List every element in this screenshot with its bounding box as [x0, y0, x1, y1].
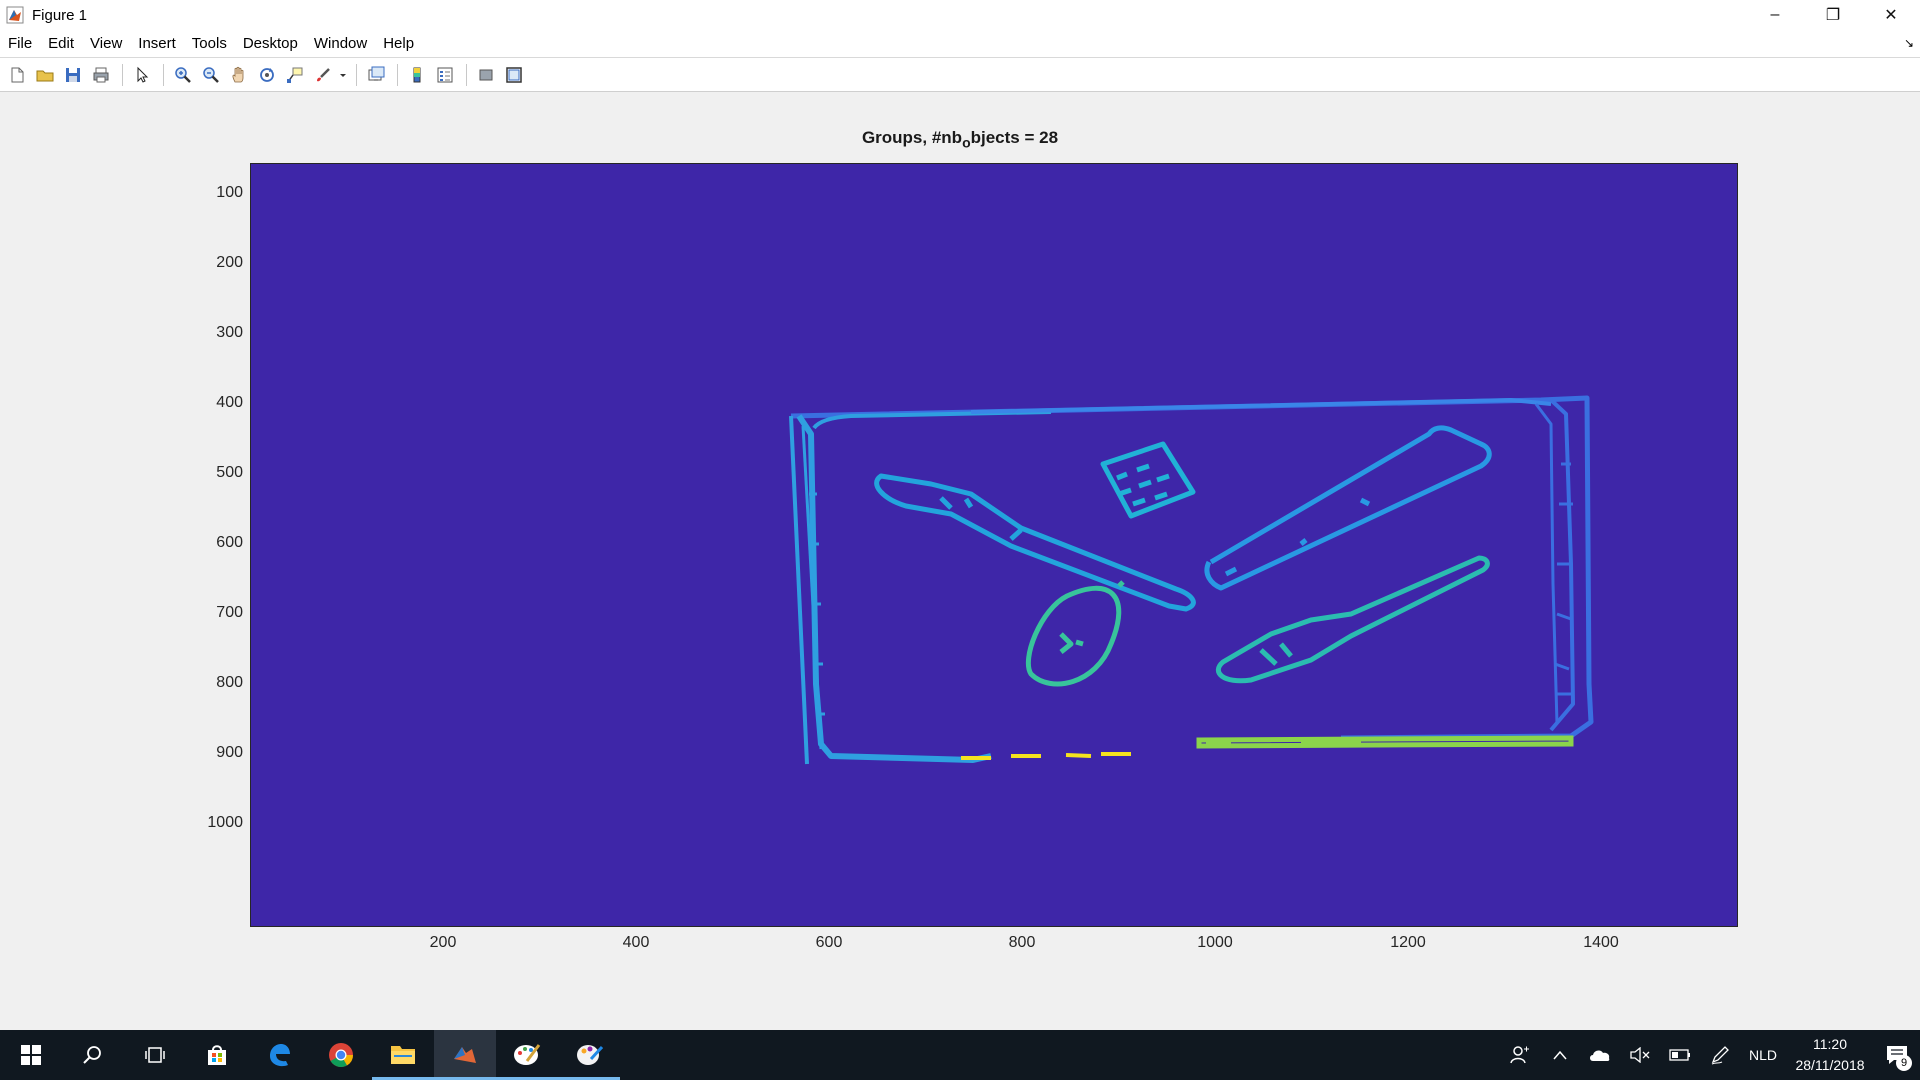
toolbar-separator	[397, 63, 398, 86]
plot-title-rest: bjects = 28	[970, 128, 1059, 147]
x-tick-label: 1400	[1583, 934, 1619, 951]
x-tick-label: 800	[1008, 934, 1036, 951]
brush-icon[interactable]	[310, 62, 336, 88]
figure-canvas: Groups, #nbobjects = 28 100 200 300 400 …	[0, 92, 1920, 1030]
toolbar-separator	[356, 63, 357, 86]
rotate-3d-icon[interactable]	[254, 62, 280, 88]
y-tick-label: 200	[216, 254, 243, 271]
print-icon[interactable]	[88, 62, 114, 88]
y-tick-label: 500	[216, 464, 243, 481]
y-tick-label: 900	[216, 744, 243, 761]
zoom-out-icon[interactable]	[198, 62, 224, 88]
y-tick-label: 1000	[207, 814, 243, 831]
menu-file[interactable]: File	[0, 35, 40, 52]
input-language[interactable]: NLD	[1740, 1030, 1786, 1080]
figure-toolbar	[0, 58, 1920, 92]
insert-colorbar-icon[interactable]	[404, 62, 430, 88]
menu-tools[interactable]: Tools	[184, 35, 235, 52]
store-icon[interactable]	[186, 1030, 248, 1080]
task-view-icon[interactable]	[124, 1030, 186, 1080]
minimize-button[interactable]: –	[1746, 0, 1804, 30]
menu-view[interactable]: View	[82, 35, 130, 52]
edge-icon[interactable]	[248, 1030, 310, 1080]
notification-count-badge: 9	[1896, 1055, 1912, 1071]
chevron-up-icon[interactable]	[1540, 1030, 1580, 1080]
menu-help[interactable]: Help	[375, 35, 422, 52]
menu-insert[interactable]: Insert	[130, 35, 184, 52]
search-icon[interactable]	[62, 1030, 124, 1080]
people-icon[interactable]	[1500, 1030, 1540, 1080]
pen-workspace-icon[interactable]	[1700, 1030, 1740, 1080]
insert-legend-icon[interactable]	[432, 62, 458, 88]
x-tick-label: 200	[429, 934, 457, 951]
y-tick-label: 700	[216, 604, 243, 621]
x-tick-label: 400	[622, 934, 650, 951]
label-image	[251, 164, 1737, 926]
menu-bar: File Edit View Insert Tools Desktop Wind…	[0, 30, 1920, 58]
undock-arrow-icon[interactable]: ↘	[1904, 36, 1914, 50]
zoom-in-icon[interactable]	[170, 62, 196, 88]
open-icon[interactable]	[32, 62, 58, 88]
matlab-icon[interactable]	[434, 1030, 496, 1080]
y-tick-label: 400	[216, 394, 243, 411]
edit-plot-arrow-icon[interactable]	[129, 62, 155, 88]
toolbar-separator	[122, 63, 123, 86]
plot-title: Groups, #nbobjects = 28	[0, 128, 1920, 150]
system-clock[interactable]: 11:20 28/11/2018	[1786, 1034, 1874, 1076]
clock-time: 11:20	[1813, 1036, 1847, 1052]
plot-title-main: Groups, #nb	[861, 128, 963, 147]
paint-3d-icon[interactable]	[558, 1030, 620, 1080]
save-icon[interactable]	[60, 62, 86, 88]
x-tick-label: 600	[815, 934, 843, 951]
y-tick-label: 800	[216, 674, 243, 691]
show-plot-tools-icon[interactable]	[501, 62, 527, 88]
file-explorer-icon[interactable]	[372, 1030, 434, 1080]
y-tick-label: 300	[216, 324, 243, 341]
volume-muted-icon[interactable]	[1620, 1030, 1660, 1080]
data-cursor-icon[interactable]	[282, 62, 308, 88]
chrome-icon[interactable]	[310, 1030, 372, 1080]
toolbar-separator	[466, 63, 467, 86]
window-title: Figure 1	[32, 6, 88, 24]
close-button[interactable]: ✕	[1862, 0, 1920, 30]
matlab-app-icon	[6, 6, 24, 24]
y-tick-label: 100	[216, 184, 243, 201]
menu-desktop[interactable]: Desktop	[235, 35, 306, 52]
paint-icon[interactable]	[496, 1030, 558, 1080]
onedrive-cloud-icon[interactable]	[1580, 1030, 1620, 1080]
plot-title-subscript: o	[962, 134, 971, 151]
x-tick-label: 1200	[1390, 934, 1426, 951]
system-tray: NLD 11:20 28/11/2018 9	[1500, 1030, 1920, 1080]
image-axes[interactable]	[250, 163, 1738, 927]
action-center-icon[interactable]: 9	[1874, 1030, 1920, 1080]
windows-start-icon[interactable]	[0, 1030, 62, 1080]
clock-date: 28/11/2018	[1795, 1057, 1865, 1073]
x-tick-label: 1000	[1197, 934, 1233, 951]
new-figure-icon[interactable]	[4, 62, 30, 88]
window-controls: – ❐ ✕	[1746, 0, 1920, 30]
brush-dropdown-chevron-icon[interactable]	[338, 62, 348, 88]
restore-button[interactable]: ❐	[1804, 0, 1862, 30]
battery-icon[interactable]	[1660, 1030, 1700, 1080]
pan-hand-icon[interactable]	[226, 62, 252, 88]
window-titlebar: Figure 1 – ❐ ✕	[0, 0, 1920, 30]
hide-plot-tools-icon[interactable]	[473, 62, 499, 88]
toolbar-separator	[163, 63, 164, 86]
windows-taskbar: NLD 11:20 28/11/2018 9	[0, 1030, 1920, 1080]
link-plot-icon[interactable]	[363, 62, 389, 88]
menu-edit[interactable]: Edit	[40, 35, 82, 52]
y-tick-label: 600	[216, 534, 243, 551]
menu-window[interactable]: Window	[306, 35, 375, 52]
